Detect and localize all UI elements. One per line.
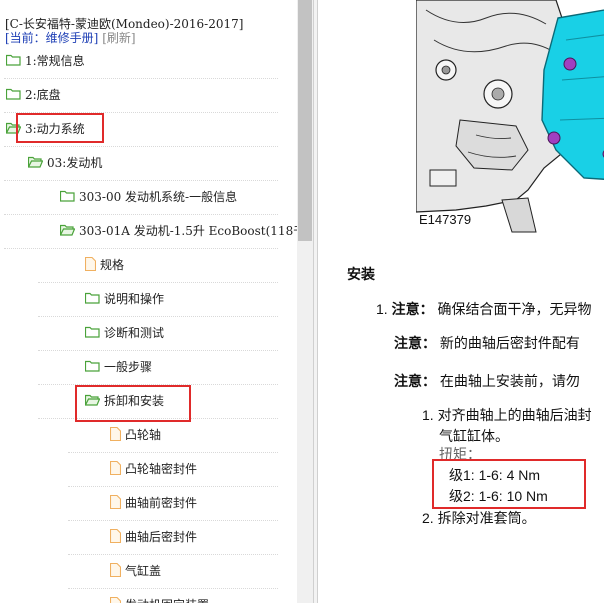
substep-number: 1. [422,407,434,423]
tree-separator [4,146,278,147]
document-icon [110,427,121,441]
tree-separator [68,452,278,453]
folder-icon [6,54,21,66]
engine-drawing [416,0,604,234]
note-label: 注意： [394,373,436,389]
step-1-note: 1. 注意： 确保结合面干净，无异物 [376,299,591,319]
tree-item-label: 规格 [100,257,125,272]
tree-item-label: 凸轮轴密封件 [125,461,198,476]
tree-item[interactable]: 发动机固定装置 [110,594,209,603]
tree-item[interactable]: 曲轴前密封件 [110,492,197,512]
highlight-removal-install [75,385,191,422]
document-icon [85,257,96,271]
tree-item-label: 诊断和测试 [104,325,165,340]
folder-icon [6,88,21,100]
tree-panel: [C-长安福特-蒙迪欧(Mondeo)-2016-2017] [当前：维修手册]… [0,0,313,603]
engine-illustration [416,0,604,234]
tree-item[interactable]: 2:底盘 [6,84,61,104]
folder-open-icon [28,156,43,168]
section-title: 安装 [347,266,375,282]
document-icon [110,461,121,475]
tree-item[interactable]: 气缸盖 [110,560,161,580]
tree-item[interactable]: 规格 [85,254,124,274]
tree-item-label: 凸轮轴 [125,427,162,442]
tree-item-label: 303-00 发动机系统-一般信息 [79,189,238,204]
tree-separator [38,282,278,283]
note-text: 在曲轴上安装前，请勿 [439,373,580,389]
document-icon [110,495,121,509]
header-nav: [当前：维修手册] [刷新] [5,29,136,46]
highlight-torque [432,459,586,509]
tree-item[interactable]: 303-00 发动机系统-一般信息 [60,186,237,206]
document-icon [110,563,121,577]
folder-icon [85,326,100,338]
tree-item-label: 2:底盘 [25,87,61,102]
tree-separator [68,486,278,487]
substep-2: 2. 拆除对准套筒。 [422,508,536,528]
tree-separator [4,180,278,181]
substep-text: 对齐曲轴上的曲轴后油封 [437,407,592,423]
substep-number: 2. [422,510,434,526]
highlight-power-system [16,113,104,143]
tree-item[interactable]: 03:发动机 [28,152,102,172]
tree-separator [68,520,278,521]
tree-item[interactable]: 一般步骤 [85,356,152,376]
note-2: 注意： 新的曲轴后密封件配有 [394,333,580,353]
step-number: 1. [376,301,388,317]
document-icon [110,597,121,603]
tree-item-label: 03:发动机 [47,155,103,170]
tree-separator [38,350,278,351]
tree-item-label: 曲轴前密封件 [125,495,198,510]
tree-item-label: 一般步骤 [104,359,153,374]
folder-icon [60,190,75,202]
tree-separator [38,316,278,317]
note-label: 注意： [391,301,434,317]
tree-item[interactable]: 诊断和测试 [85,322,164,342]
tree-item-label: 气缸盖 [125,563,162,578]
tree-item-label: 303-01A 发动机-1.5升 EcoBoost(118千 [79,223,306,238]
tree-item[interactable]: 303-01A 发动机-1.5升 EcoBoost(118千 [60,220,305,240]
tree-separator [4,248,278,249]
substep-1: 1. 对齐曲轴上的曲轴后油封 [422,405,592,425]
folder-icon [85,360,100,372]
current-manual-link[interactable]: [当前：维修手册] [5,31,98,45]
note-text: 新的曲轴后密封件配有 [439,335,580,351]
folder-open-icon [60,224,75,236]
folder-icon [85,292,100,304]
tree-separator [4,78,278,79]
tree-item[interactable]: 凸轮轴密封件 [110,458,197,478]
tree-separator [4,214,278,215]
figure-id: E147379 [419,212,472,227]
tree-item-label: 1:常规信息 [25,53,85,68]
document-icon [110,529,121,543]
tree-item[interactable]: 曲轴后密封件 [110,526,197,546]
tree-item[interactable]: 说明和操作 [85,288,164,308]
tree-item-label: 说明和操作 [104,291,165,306]
substep-text: 拆除对准套筒。 [437,510,536,526]
note-3: 注意： 在曲轴上安装前，请勿 [394,371,580,391]
document-panel: E147379 安装 1. 注意： 确保结合面干净，无异物 注意： 新的曲轴后密… [318,0,604,603]
substep-1-cont: 气缸缸体。 [439,428,509,444]
tree-separator [68,588,278,589]
tree-scrollbar[interactable] [297,0,313,603]
scrollbar-thumb[interactable] [298,0,312,241]
note-text: 确保结合面干净，无异物 [437,301,592,317]
refresh-link[interactable]: [刷新] [102,31,135,45]
tree-item[interactable]: 1:常规信息 [6,50,85,70]
tree-item-label: 曲轴后密封件 [125,529,198,544]
tree-item-label: 发动机固定装置 [125,596,209,603]
tree-separator [68,554,278,555]
note-label: 注意： [394,335,436,351]
tree-item[interactable]: 凸轮轴 [110,424,161,444]
